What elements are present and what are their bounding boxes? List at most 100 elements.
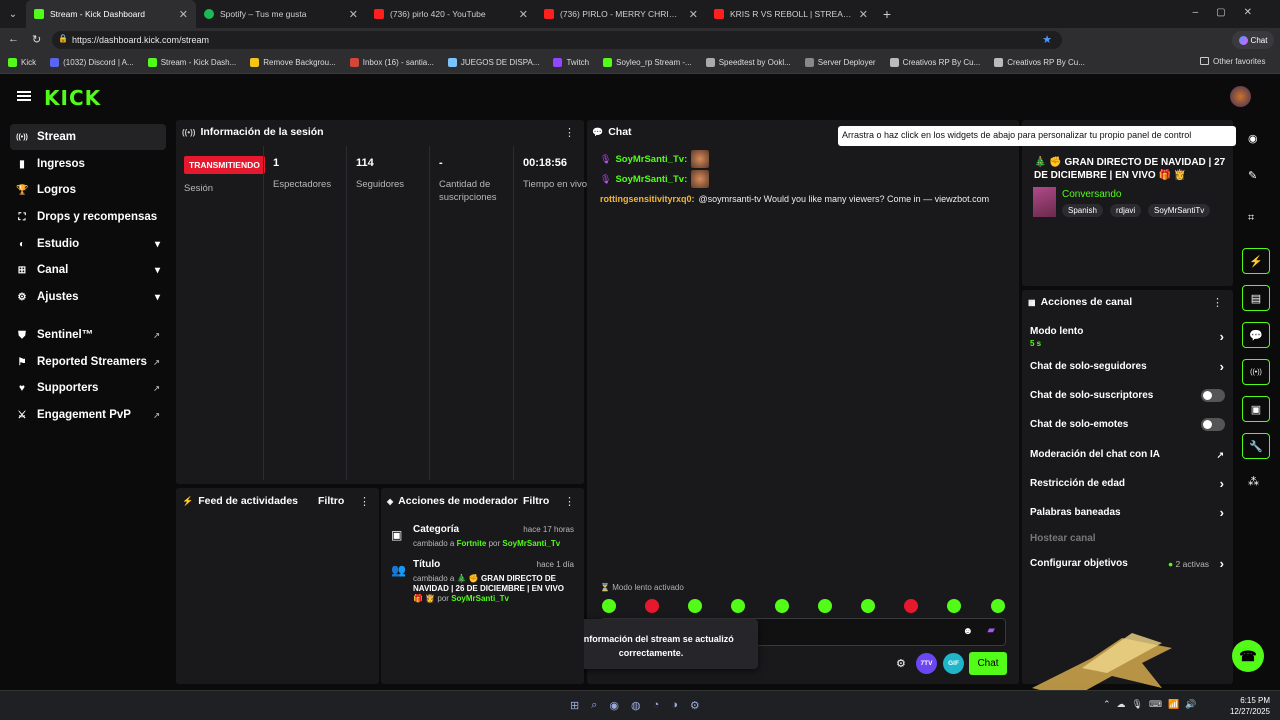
bookmark-item[interactable]: JUEGOS DE DISPA...: [447, 58, 539, 67]
close-tab-icon[interactable]: ✕: [179, 8, 188, 21]
bookmark-item[interactable]: Inbox (16) - santia...: [349, 58, 434, 67]
emote-icon[interactable]: [904, 599, 918, 613]
stream-tag[interactable]: rdjavi: [1110, 204, 1142, 217]
emote-icon[interactable]: [645, 599, 659, 613]
wrench-icon[interactable]: 🔧: [1242, 433, 1270, 459]
chat-username[interactable]: SoyMrSanti_Tv:: [615, 174, 687, 185]
tab-list-icon[interactable]: ⌄: [0, 9, 26, 20]
session-menu-icon[interactable]: ⋮: [564, 126, 575, 139]
back-icon[interactable]: ←: [8, 33, 19, 45]
sidebar-item-ajustes[interactable]: ⚙ Ajustes ▾: [10, 284, 166, 310]
age-restriction-row[interactable]: Restricción de edad ›: [1030, 476, 1226, 491]
stream-tag[interactable]: SoyMrSantiTv: [1148, 204, 1211, 217]
broadcast-icon[interactable]: ((•)): [1242, 359, 1270, 385]
close-tab-icon[interactable]: ✕: [859, 8, 868, 21]
bookmark-item[interactable]: Creativos RP By Cu...: [994, 58, 1085, 67]
clock[interactable]: 6:15 PM 12/27/2025: [1222, 695, 1270, 717]
emote-icon[interactable]: [818, 599, 832, 613]
sidebar-item-sentinel-[interactable]: ⛊ Sentinel™ ↗: [10, 322, 166, 348]
close-tab-icon[interactable]: ✕: [689, 8, 698, 21]
emote-icon[interactable]: [775, 599, 789, 613]
7tv-button[interactable]: 7TV: [916, 653, 937, 674]
chat-bubble-icon[interactable]: 💬: [1242, 322, 1270, 348]
chat-username[interactable]: rottingsensitivityrxq0:: [600, 194, 695, 204]
edit-icon[interactable]: ✎: [1248, 169, 1257, 182]
other-favorites[interactable]: Other favorites: [1200, 57, 1265, 66]
window-controls[interactable]: –▢✕: [1193, 7, 1270, 18]
browser-tab[interactable]: KRIS R VS REBOLL | STREAM FIGH ✕: [706, 0, 876, 28]
category-thumbnail[interactable]: [1033, 187, 1056, 217]
favorite-star-icon[interactable]: ★: [1042, 33, 1052, 46]
url-input[interactable]: 🔒 https://dashboard.kick.com/stream ★: [52, 31, 1062, 49]
emotes-only-toggle[interactable]: [1201, 418, 1225, 431]
emote-icon[interactable]: [947, 599, 961, 613]
close-tab-icon[interactable]: ✕: [519, 8, 528, 21]
stream-tag[interactable]: Spanish: [1062, 204, 1103, 217]
browser-tab[interactable]: (736) pirlo 420 - YouTube ✕: [366, 0, 536, 28]
bookmark-item[interactable]: Kick: [8, 58, 36, 67]
activity-filter-button[interactable]: Filtro: [318, 495, 344, 507]
kick-emote-icon[interactable]: ▰: [987, 625, 995, 636]
chat-settings-icon[interactable]: ⚙: [896, 657, 906, 670]
banned-words-row[interactable]: Palabras baneadas ›: [1030, 505, 1226, 520]
activity-menu-icon[interactable]: ⋮: [359, 495, 370, 508]
sidebar-item-reported-streamers[interactable]: ⚑ Reported Streamers ↗: [10, 349, 166, 375]
channel-actions-menu-icon[interactable]: ⋮: [1212, 296, 1223, 309]
help-support-icon[interactable]: ☎: [1232, 640, 1264, 672]
sidebar-item-stream[interactable]: ((•)) Stream: [10, 124, 166, 150]
sidebar-item-drops-y-recompensas[interactable]: ⛶ Drops y recompensas: [10, 204, 166, 230]
reload-icon[interactable]: ↻: [32, 33, 41, 46]
avatar[interactable]: [1230, 86, 1251, 107]
sidebar-item-engagement-pvp[interactable]: ⚔ Engagement PvP ↗: [10, 402, 166, 428]
mod-action-user[interactable]: SoyMrSanti_Tv: [451, 594, 509, 603]
hamburger-menu-icon[interactable]: [17, 91, 31, 93]
stream-category[interactable]: Conversando: [1062, 189, 1121, 200]
browser-tab[interactable]: Spotify – Tus me gusta ✕: [196, 0, 366, 28]
focus-icon[interactable]: ⌗: [1248, 212, 1254, 225]
copilot-chat-button[interactable]: Chat: [1232, 31, 1274, 49]
browser-tab[interactable]: Stream - Kick Dashboard ✕: [26, 0, 196, 28]
chat-username[interactable]: SoyMrSanti_Tv:: [615, 154, 687, 165]
emote-icon[interactable]: [731, 599, 745, 613]
sidebar-item-ingresos[interactable]: ▮ Ingresos: [10, 151, 166, 177]
emote-icon[interactable]: [991, 599, 1005, 613]
goals-row[interactable]: Configurar objetivos ● 2 activas ›: [1030, 556, 1226, 571]
bookmark-item[interactable]: Stream - Kick Dash...: [147, 58, 236, 67]
xbox-icon[interactable]: ◉: [609, 699, 619, 712]
notes-icon[interactable]: ▤: [1242, 285, 1270, 311]
ai-moderation-row[interactable]: Moderación del chat con IA ↗: [1030, 449, 1226, 460]
dots-icon[interactable]: ⁂: [1248, 475, 1259, 488]
kick-logo[interactable]: KICK: [44, 86, 101, 110]
mod-filter-button[interactable]: Filtro: [523, 495, 549, 507]
bookmark-item[interactable]: (1032) Discord | A...: [50, 58, 134, 67]
settings-icon[interactable]: ⚙: [690, 699, 700, 712]
camera-icon[interactable]: ◉: [1248, 132, 1258, 145]
emote-icon[interactable]: [602, 599, 616, 613]
steam-icon[interactable]: ◔: [653, 699, 660, 712]
sidebar-item-supporters[interactable]: ♥ Supporters ↗: [10, 375, 166, 401]
host-channel-row[interactable]: Hostear canal: [1030, 533, 1226, 544]
media-icon[interactable]: ▣: [1242, 396, 1270, 422]
browser-tab[interactable]: (736) PIRLO - MERRY CHRISTMAS ✕: [536, 0, 706, 28]
mod-menu-icon[interactable]: ⋮: [564, 495, 575, 508]
windows-start-icon[interactable]: ⊞: [570, 699, 579, 712]
bookmark-item[interactable]: Twitch: [553, 58, 589, 67]
sidebar-item-estudio[interactable]: ◐ Estudio ▾: [10, 231, 166, 257]
gif-button[interactable]: GIF: [943, 653, 964, 674]
close-tab-icon[interactable]: ✕: [349, 8, 358, 21]
followers-only-row[interactable]: Chat de solo-seguidores ›: [1030, 359, 1226, 374]
sidebar-item-logros[interactable]: 🏆 Logros: [10, 177, 166, 203]
new-tab-icon[interactable]: +: [876, 6, 898, 22]
mod-action-user[interactable]: SoyMrSanti_Tv: [502, 539, 560, 548]
edge-icon[interactable]: ◑: [671, 699, 678, 712]
bookmark-item[interactable]: Speedtest by Ookl...: [705, 58, 791, 67]
bolt-icon[interactable]: ⚡: [1242, 248, 1270, 274]
emoji-icon[interactable]: ☻: [962, 626, 973, 637]
sidebar-item-canal[interactable]: ⊞ Canal ▾: [10, 257, 166, 283]
bookmark-item[interactable]: Creativos RP By Cu...: [889, 58, 980, 67]
subs-only-toggle[interactable]: [1201, 389, 1225, 402]
bookmark-item[interactable]: Server Deployer: [804, 58, 876, 67]
discord-icon[interactable]: ◍: [631, 699, 641, 712]
system-tray-icons[interactable]: ⌃☁🎙⌨📶🔊: [1103, 699, 1202, 710]
emote-icon[interactable]: [688, 599, 702, 613]
